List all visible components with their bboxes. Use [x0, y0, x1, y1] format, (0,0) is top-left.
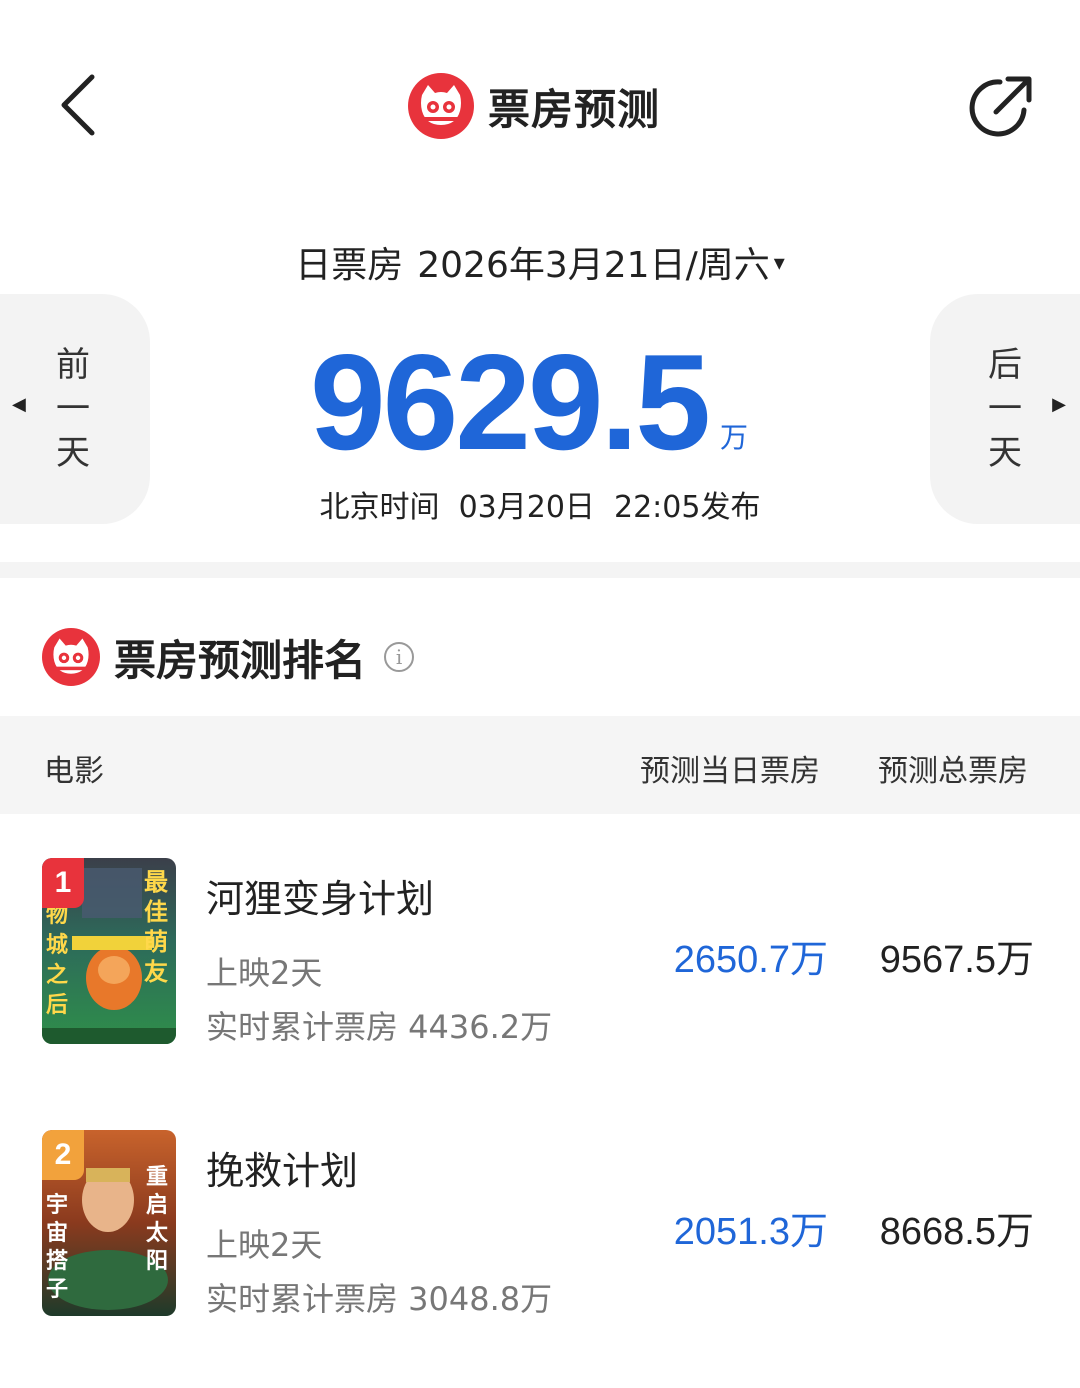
svg-text:宇: 宇 [46, 1193, 68, 1218]
ranking-title: 票房预测排名 [114, 635, 367, 685]
movie-poster: 重 启 太 阳 宇 宙 搭 子 2 [42, 1130, 176, 1316]
movie-release-days: 上映2天 [206, 1226, 323, 1264]
maoyan-cat-logo-icon [42, 628, 100, 686]
date-value: 2026年3月21日/周六 [417, 245, 770, 286]
svg-text:太: 太 [146, 1221, 169, 1246]
app-header: 票房预测 [0, 0, 1080, 200]
daily-box-office-total: 9629.5 万 [310, 320, 748, 470]
table-header: 电影 预测当日票房 预测总票房 [0, 716, 1080, 814]
ranking-title-group: 票房预测排名 i [42, 626, 415, 688]
svg-text:萌: 萌 [144, 928, 168, 956]
previous-day-label: 前一天 [56, 345, 90, 473]
section-divider [0, 562, 1080, 578]
table-row[interactable]: 重 启 太 阳 宇 宙 搭 子 2 挽救计划 上映2天 实时累计票房 3048.… [0, 1128, 1080, 1348]
svg-text:友: 友 [144, 958, 168, 986]
day-forecast-value: 2650.7万 [673, 939, 828, 981]
svg-text:子: 子 [46, 1277, 68, 1302]
date-type-label: 日票房 [295, 245, 404, 286]
movie-title: 河狸变身计划 [206, 877, 435, 921]
day-forecast-value: 2051.3万 [673, 1211, 828, 1253]
column-header-day-forecast[interactable]: 预测当日票房 [640, 746, 820, 790]
total-unit: 万 [719, 421, 748, 454]
movie-cumulative-box-office: 实时累计票房 3048.8万 [206, 1280, 553, 1318]
date-selector[interactable]: 日票房 2026年3月21日/周六 ▾ [0, 236, 1080, 288]
triangle-left-icon: ◀ [12, 394, 26, 415]
chevron-left-icon [61, 74, 95, 136]
back-button[interactable] [48, 70, 108, 140]
rank-badge: 2 [42, 1130, 84, 1180]
rank-badge: 1 [42, 858, 84, 908]
share-button[interactable] [966, 72, 1036, 142]
movie-title: 挽救计划 [206, 1149, 359, 1193]
svg-text:阳: 阳 [146, 1249, 168, 1274]
share-icon [969, 76, 1032, 137]
column-header-total-forecast[interactable]: 预测总票房 [878, 746, 1028, 790]
total-forecast-value: 8668.5万 [879, 1211, 1034, 1253]
column-header-movie: 电影 [44, 754, 104, 789]
next-day-label: 后一天 [988, 345, 1022, 473]
svg-text:启: 启 [146, 1192, 168, 1218]
info-icon[interactable]: i [384, 642, 415, 672]
svg-text:后: 后 [46, 993, 68, 1018]
svg-text:之: 之 [46, 962, 68, 988]
total-value: 9629.5 [310, 326, 711, 478]
maoyan-cat-logo-icon [408, 73, 474, 139]
movie-cumulative-box-office: 实时累计票房 4436.2万 [206, 1008, 553, 1046]
movie-release-days: 上映2天 [206, 954, 323, 992]
triangle-right-icon: ▶ [1052, 394, 1066, 415]
table-row[interactable]: 最 佳 萌 友 物 城 之 后 1 河狸变身计划 上映2天 实时累计票房 443… [0, 856, 1080, 1076]
svg-text:宙: 宙 [46, 1220, 68, 1246]
publish-time: 北京时间 03月20日 22:05发布 [319, 490, 761, 525]
page-title-group: 票房预测 [408, 72, 660, 140]
movie-poster: 最 佳 萌 友 物 城 之 后 1 [42, 858, 176, 1044]
total-forecast-value: 9567.5万 [879, 939, 1034, 981]
svg-text:最: 最 [144, 868, 169, 896]
svg-text:城: 城 [46, 932, 68, 958]
svg-text:佳: 佳 [144, 898, 168, 926]
page-title: 票房预测 [488, 84, 661, 134]
dropdown-caret-icon: ▾ [773, 250, 785, 276]
svg-text:重: 重 [146, 1165, 168, 1190]
svg-text:搭: 搭 [46, 1249, 69, 1274]
